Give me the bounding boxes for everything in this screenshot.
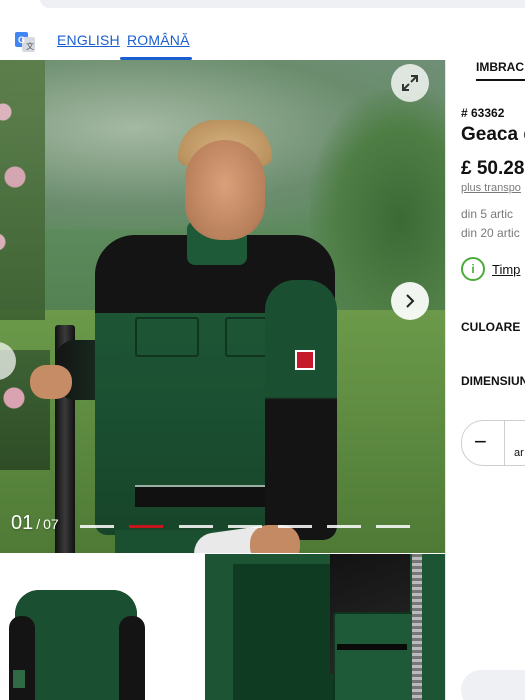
language-romanian-link[interactable]: ROMÂNĂ (127, 32, 190, 48)
total-images: 07 (43, 516, 59, 532)
language-english-link[interactable]: ENGLISH (57, 32, 120, 48)
expand-image-button[interactable] (391, 64, 429, 102)
current-image-number: 01 (11, 512, 34, 534)
thumbnail-right-sleeve (119, 616, 145, 700)
chevron-right-icon (406, 294, 415, 308)
size-label: DIMENSIUN (461, 374, 525, 388)
add-to-cart-button[interactable] (461, 670, 525, 700)
shipping-link[interactable]: plus transpo (461, 182, 521, 194)
category-tab[interactable]: IMBRAC (476, 60, 524, 74)
thumbnail-badge (13, 670, 25, 688)
next-image-button[interactable] (391, 282, 429, 320)
quantity-divider (504, 421, 505, 465)
gallery-dot-4[interactable] (228, 525, 262, 528)
address-bar[interactable] (40, 0, 525, 8)
browser-top-area (0, 0, 525, 20)
category-tab-underline (476, 79, 525, 81)
image-counter: 01/07 (11, 512, 59, 535)
google-translate-icon[interactable]: G 文 (15, 32, 35, 52)
model-face (185, 140, 265, 240)
jacket-back-thumbnail (9, 590, 145, 700)
product-title: Geaca d (461, 124, 525, 145)
brand-badge (295, 350, 315, 370)
product-details-panel: IMBRAC # 63362 Geaca d £ 50.28 plus tran… (446, 60, 525, 700)
delivery-time-link[interactable]: Timp (492, 262, 520, 277)
svg-text:G: G (18, 35, 25, 45)
product-main-image[interactable] (0, 60, 445, 553)
gallery-dot-1[interactable] (80, 525, 114, 528)
thumbnail-yoke (15, 590, 137, 620)
quantity-unit: ar (514, 447, 524, 459)
gallery-dot-7[interactable] (376, 525, 410, 528)
info-icon[interactable]: i (461, 257, 485, 281)
quantity-stepper[interactable]: − ar (461, 420, 525, 466)
gallery-dot-5[interactable] (278, 525, 312, 528)
bulk-price-5: din 5 artic (461, 207, 514, 221)
gallery-dot-6[interactable] (327, 525, 361, 528)
pocket-zip (337, 644, 407, 650)
counter-separator: / (36, 516, 41, 532)
inner-pocket (333, 612, 419, 700)
jacket-lining (233, 564, 333, 700)
translate-bar: G 文 ENGLISH ROMÂNĂ (0, 24, 525, 60)
flowers-left (0, 60, 45, 320)
thumbnail-back-view[interactable] (0, 554, 203, 700)
expand-icon (402, 75, 418, 91)
product-sku: # 63362 (461, 106, 505, 120)
color-label: CULOARE (461, 320, 521, 334)
left-hand (30, 365, 72, 399)
jacket-pocket-left (135, 317, 199, 357)
bulk-price-20: din 20 artic (461, 226, 520, 240)
right-hand (250, 525, 300, 553)
product-price: £ 50.28 (461, 158, 525, 179)
gallery-dot-2[interactable] (129, 525, 163, 528)
svg-text:文: 文 (26, 41, 34, 51)
jacket-right-sleeve (265, 280, 337, 540)
front-zipper (412, 554, 422, 700)
quantity-minus-button[interactable]: − (474, 431, 487, 453)
gallery-dot-3[interactable] (179, 525, 213, 528)
thumbnail-detail-view[interactable] (205, 554, 445, 700)
